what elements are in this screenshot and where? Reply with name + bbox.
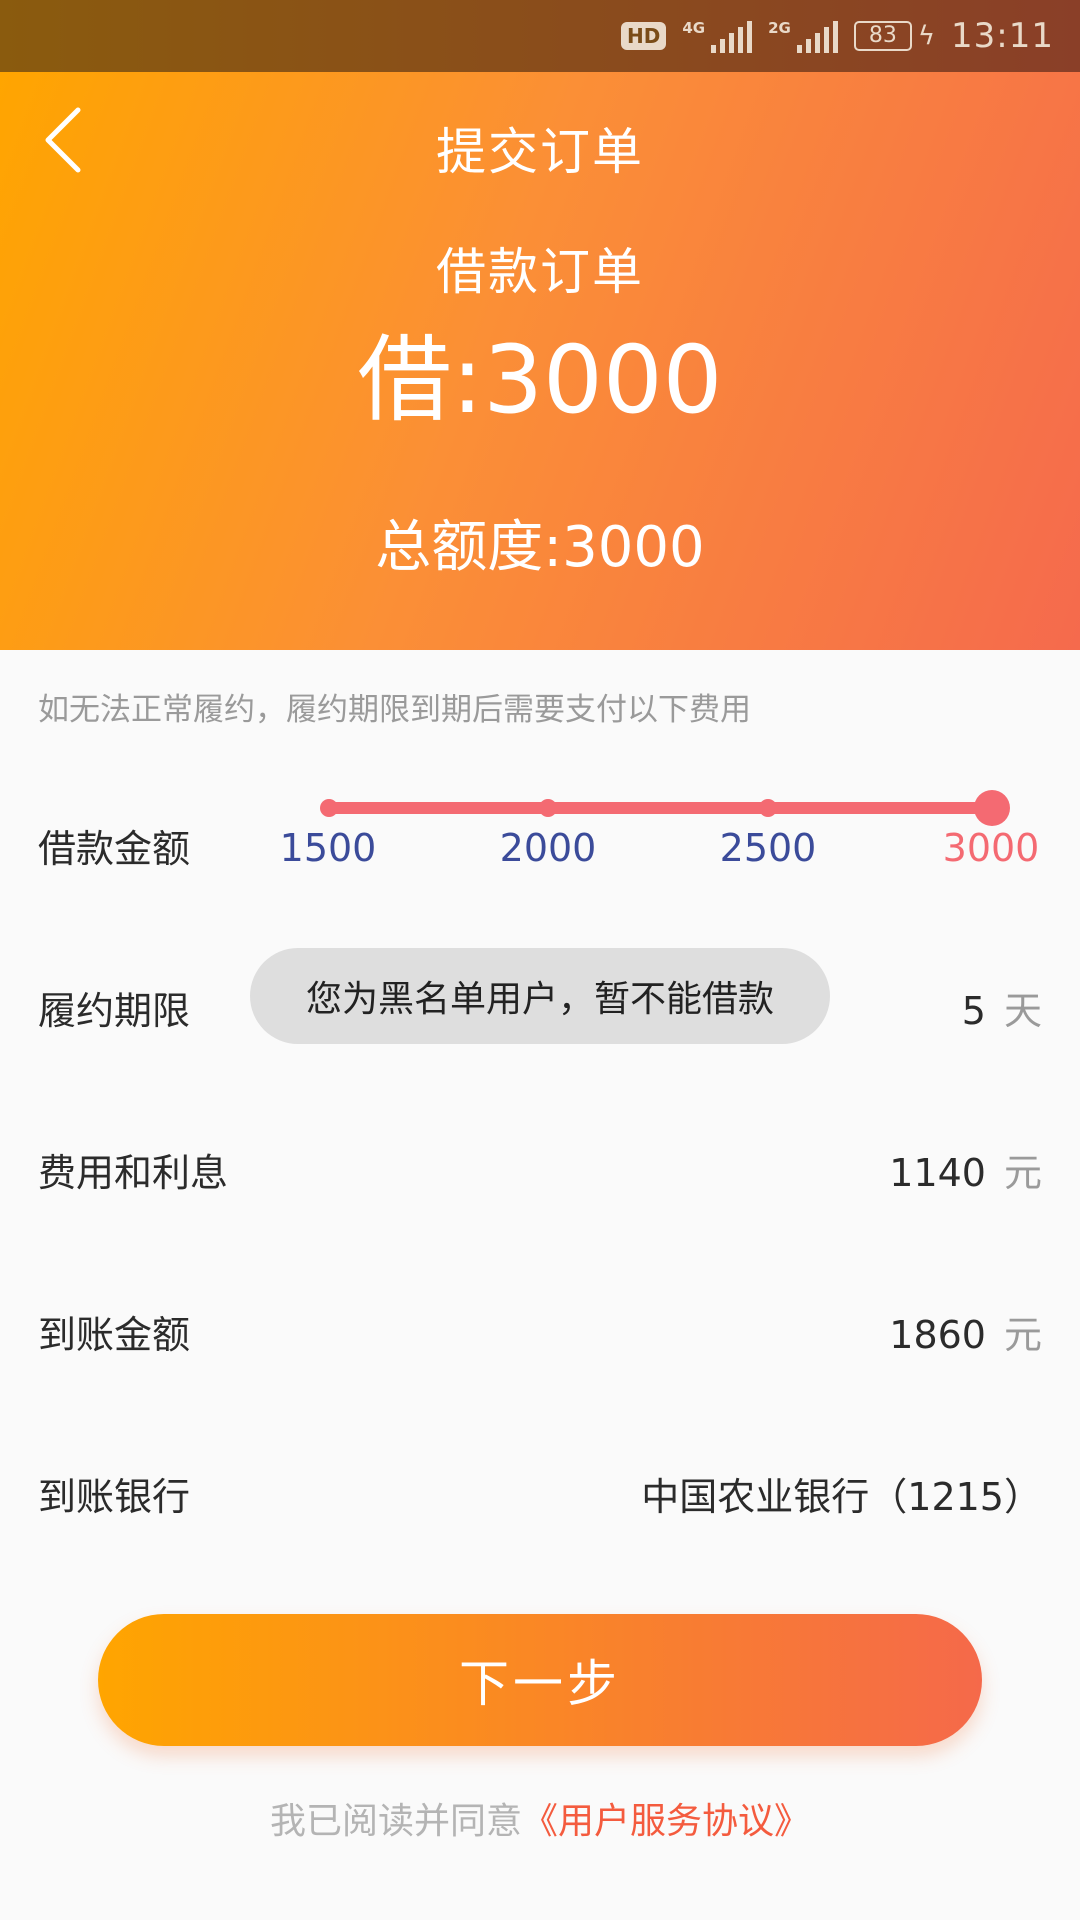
- charging-icon: ϟ: [917, 21, 936, 51]
- signal-icon-2: 2G: [768, 19, 838, 53]
- slider-thumb[interactable]: [974, 790, 1010, 826]
- term-value-group[interactable]: 5 天: [962, 980, 1042, 1035]
- bank-value-group[interactable]: 中国农业银行（1215）: [641, 1466, 1042, 1521]
- loan-amount-slider[interactable]: [320, 790, 1010, 826]
- clock: 13:11: [951, 16, 1054, 56]
- user-agreement-link[interactable]: 《用户服务协议》: [522, 1801, 810, 1842]
- fees-unit: 元: [1003, 1151, 1042, 1195]
- loan-amount-label: 借款金额: [38, 827, 191, 871]
- slider-stop-1[interactable]: [320, 799, 338, 817]
- hd-badge: HD: [621, 22, 667, 50]
- battery-level: 83: [853, 21, 912, 51]
- slider-stop-2[interactable]: [539, 799, 557, 817]
- borrow-amount: 借:3000: [357, 326, 723, 435]
- received-value: 1860: [889, 1313, 986, 1357]
- fees-value: 1140: [889, 1151, 986, 1195]
- received-value-group: 1860 元: [889, 1304, 1042, 1359]
- fees-label: 费用和利息: [38, 1151, 229, 1195]
- agreement-prefix: 我已阅读并同意: [269, 1801, 522, 1842]
- order-label: 借款订单: [436, 243, 644, 301]
- next-button[interactable]: 下一步: [98, 1614, 982, 1746]
- amount-option-3000[interactable]: 3000: [921, 826, 1061, 870]
- fees-value-group: 1140 元: [889, 1142, 1042, 1197]
- term-label: 履约期限: [38, 989, 191, 1033]
- status-bar: HD 4G 2G 83 ϟ 13:11: [0, 0, 1080, 72]
- bank-value: 中国农业银行（1215）: [641, 1475, 1042, 1519]
- term-value: 5: [961, 989, 986, 1033]
- blacklist-toast: 您为黑名单用户，暂不能借款: [250, 948, 830, 1044]
- amount-option-2500[interactable]: 2500: [698, 826, 838, 870]
- battery-icon: 83 ϟ: [853, 21, 936, 51]
- order-header: 提交订单 借款订单 借:3000 总额度:3000: [0, 72, 1080, 650]
- term-unit: 天: [1003, 989, 1042, 1033]
- signal-icon: 4G: [682, 19, 753, 53]
- slider-stop-3[interactable]: [759, 799, 777, 817]
- fee-notice: 如无法正常履约，履约期限到期后需要支付以下费用: [38, 692, 751, 728]
- agreement-text: 我已阅读并同意《用户服务协议》: [0, 1792, 1080, 1844]
- bank-label: 到账银行: [38, 1475, 191, 1519]
- page-title: 提交订单: [436, 123, 644, 181]
- amount-option-2000[interactable]: 2000: [478, 826, 618, 870]
- amount-option-1500[interactable]: 1500: [258, 826, 398, 870]
- received-label: 到账金额: [38, 1313, 191, 1357]
- received-unit: 元: [1003, 1313, 1042, 1357]
- total-limit: 总额度:3000: [375, 515, 705, 580]
